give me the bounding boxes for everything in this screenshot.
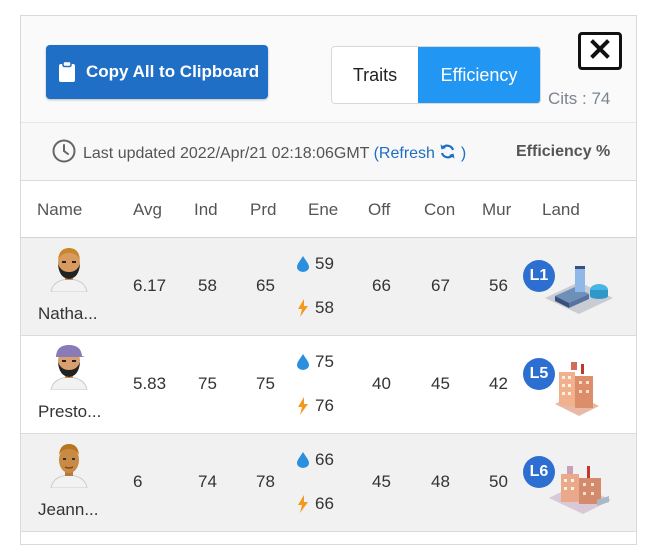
refresh-icon[interactable] (439, 143, 456, 160)
clock-icon (52, 139, 76, 163)
citizen-name: Jeann... (38, 500, 99, 519)
last-updated-text: Last updated 2022/Apr/21 02:18:06GMT (Re… (83, 143, 466, 163)
col-con[interactable]: Con (424, 200, 456, 220)
panel-header: Copy All to Clipboard Traits Efficiency … (21, 16, 636, 122)
cits-count: Cits : 74 (548, 89, 611, 108)
avatar (47, 442, 91, 489)
water-stat: 75 (297, 352, 334, 372)
land-badge: L6 (523, 456, 555, 488)
con-value: 67 (431, 276, 450, 295)
avatar (47, 246, 91, 293)
copy-all-label: Copy All to Clipboard (86, 62, 260, 81)
lightning-icon (298, 495, 308, 513)
water-value: 75 (315, 352, 334, 371)
tab-traits[interactable]: Traits (332, 47, 418, 103)
land-badge: L5 (523, 358, 555, 390)
power-value: 76 (315, 396, 334, 415)
water-value: 66 (315, 450, 334, 469)
col-prd[interactable]: Prd (250, 200, 276, 220)
clipboard-icon (58, 60, 76, 83)
col-ene[interactable]: Ene (308, 200, 338, 220)
refresh-link[interactable]: Refresh (379, 145, 435, 162)
table-row[interactable]: Jeann... 6 74 78 66 66 45 48 50 L6 (21, 434, 636, 532)
water-drop-icon (297, 452, 309, 468)
col-land[interactable]: Land (542, 200, 580, 220)
citizen-name: Natha... (38, 304, 98, 323)
table-row[interactable]: Natha... 6.17 58 65 59 58 66 67 56 L1 (21, 238, 636, 336)
avg-value: 6.17 (133, 276, 167, 295)
efficiency-label: Efficiency % (516, 143, 611, 160)
table-row-partial (21, 532, 636, 544)
citizen-name: Presto... (38, 402, 102, 421)
off-value: 66 (372, 276, 391, 295)
col-ind[interactable]: Ind (194, 200, 218, 220)
mur-value: 56 (489, 276, 508, 295)
land-cell[interactable]: L1 (523, 256, 615, 322)
off-value: 40 (372, 374, 391, 393)
lightning-icon (298, 299, 308, 317)
view-toggle: Traits Efficiency (331, 46, 541, 104)
ind-value: 75 (198, 374, 217, 393)
power-value: 66 (315, 494, 334, 513)
close-icon (589, 38, 611, 65)
prd-value: 75 (256, 374, 275, 393)
col-name[interactable]: Name (37, 200, 82, 220)
con-value: 45 (431, 374, 450, 393)
update-bar: Last updated 2022/Apr/21 02:18:06GMT (Re… (21, 123, 636, 181)
power-stat: 66 (297, 494, 334, 514)
avg-value: 5.83 (133, 374, 167, 393)
water-stat: 66 (297, 450, 334, 470)
power-stat: 58 (297, 298, 334, 318)
prd-value: 78 (256, 472, 275, 491)
last-updated-label: Last updated 2022/Apr/21 02:18:06GMT (83, 145, 370, 162)
water-stat: 59 (297, 254, 334, 274)
ind-value: 74 (198, 472, 217, 491)
lightning-icon (298, 397, 308, 415)
avg-value: 6 (133, 472, 143, 491)
water-drop-icon (297, 354, 309, 370)
ind-value: 58 (198, 276, 217, 295)
close-button[interactable] (578, 32, 622, 70)
citizen-panel: Copy All to Clipboard Traits Efficiency … (20, 15, 637, 545)
power-stat: 76 (297, 396, 334, 416)
efficiency-table: Last updated 2022/Apr/21 02:18:06GMT (Re… (21, 122, 636, 544)
table-header: Name Avg Ind Prd Ene Off Con Mur Land (21, 181, 636, 238)
water-drop-icon (297, 256, 309, 272)
close-paren: ) (460, 145, 467, 162)
power-value: 58 (315, 298, 334, 317)
avatar (47, 344, 91, 391)
tab-efficiency[interactable]: Efficiency (418, 47, 540, 103)
off-value: 45 (372, 472, 391, 491)
prd-value: 65 (256, 276, 275, 295)
con-value: 48 (431, 472, 450, 491)
land-cell[interactable]: L5 (523, 354, 615, 420)
table-row[interactable]: Presto... 5.83 75 75 75 76 40 45 42 L5 (21, 336, 636, 434)
col-off[interactable]: Off (368, 200, 390, 220)
col-mur[interactable]: Mur (482, 200, 514, 220)
land-badge: L1 (523, 260, 555, 292)
mur-value: 50 (489, 472, 508, 491)
copy-all-button[interactable]: Copy All to Clipboard (46, 45, 268, 99)
mur-value: 42 (489, 374, 508, 393)
land-cell[interactable]: L6 (523, 452, 615, 518)
col-avg[interactable]: Avg (133, 200, 162, 220)
water-value: 59 (315, 254, 334, 273)
